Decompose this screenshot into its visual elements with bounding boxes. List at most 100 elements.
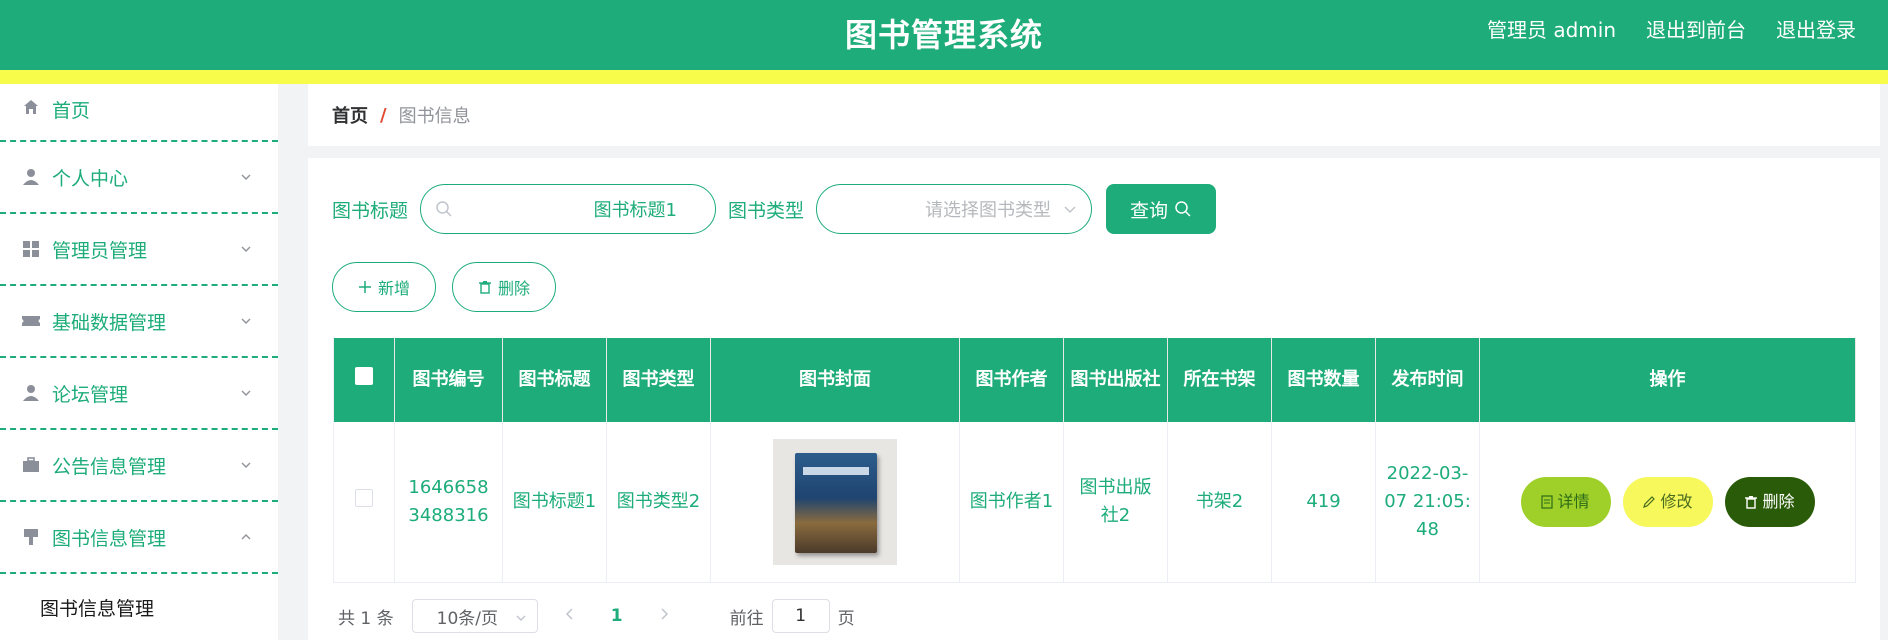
brush-icon: [20, 526, 42, 548]
document-icon: [1541, 495, 1554, 509]
book-title-cell: 图书标题1: [502, 422, 607, 583]
home-icon: [20, 96, 42, 118]
user-icon: [20, 382, 42, 404]
type-label: 图书类型: [728, 199, 805, 222]
chevron-down-icon: [516, 615, 526, 621]
header-cell: 图书封面: [710, 338, 960, 422]
chevron-right-icon: [661, 608, 668, 620]
book-publisher-cell: 图书出版社2: [1063, 422, 1168, 583]
edit-button-label: 修改: [1660, 491, 1693, 511]
batch-delete-button[interactable]: 删除: [452, 262, 556, 312]
search-icon: [1175, 201, 1191, 217]
sidebar-item-personal-center[interactable]: 个人中心: [0, 142, 278, 214]
search-form: 图书标题 图书标题1 图书类型 请选择图书类型 查询: [332, 184, 1217, 234]
sidebar-item-label: 公告信息管理: [52, 455, 167, 478]
book-id-cell: 16466583488316: [394, 422, 503, 583]
goto-page-input[interactable]: 1: [771, 599, 830, 633]
exit-to-front-link[interactable]: 退出到前台: [1646, 14, 1746, 43]
row-actions: 详情 修改 删除: [1488, 476, 1847, 527]
sidebar-item-book-info[interactable]: 图书信息管理: [0, 502, 278, 574]
trash-icon: [1745, 495, 1758, 509]
sidebar-item-label: 基础数据管理: [52, 311, 167, 334]
chevron-down-icon: [241, 246, 251, 252]
sidebar-item-label: 个人中心: [52, 167, 129, 190]
add-button[interactable]: 新增: [332, 262, 436, 312]
breadcrumb: 首页 / 图书信息: [308, 84, 1880, 146]
chevron-up-icon: [241, 534, 251, 540]
books-table: 图书编号 图书标题 图书类型 图书封面 图书作者 图书出版社 所在书架 图书数量…: [333, 338, 1856, 583]
breadcrumb-separator: /: [380, 104, 387, 126]
goto-prefix: 前往: [729, 608, 764, 629]
header-cell: 图书标题: [502, 338, 607, 422]
prev-page-button[interactable]: [550, 606, 590, 626]
publish-time-cell: 2022-03-07 21:05:48: [1375, 422, 1480, 583]
grid-icon: [20, 238, 42, 260]
admin-label: 管理员 admin: [1486, 18, 1616, 42]
header-cell: 所在书架: [1167, 338, 1272, 422]
user-icon: [20, 166, 42, 188]
edit-button[interactable]: 修改: [1622, 476, 1713, 527]
chevron-down-icon: [241, 174, 251, 180]
page-size-select[interactable]: 10条/页: [411, 599, 538, 633]
sidebar-item-admin-management[interactable]: 管理员管理: [0, 214, 278, 286]
title-search-input[interactable]: 图书标题1: [420, 184, 717, 234]
detail-button[interactable]: 详情: [1520, 476, 1611, 527]
add-button-label: 新增: [377, 279, 410, 298]
query-button[interactable]: 查询: [1106, 184, 1217, 234]
book-cover-cell: [710, 422, 960, 583]
query-button-label: 查询: [1130, 199, 1169, 222]
title-search-value: 图书标题1: [593, 200, 678, 221]
header-cell: 图书作者: [959, 338, 1064, 422]
row-checkbox[interactable]: [355, 488, 373, 507]
book-cover-image[interactable]: [773, 438, 897, 565]
select-all-cell: [333, 338, 395, 422]
chevron-left-icon: [565, 608, 573, 620]
sidebar-item-basic-data[interactable]: 基础数据管理: [0, 286, 278, 358]
sidebar-item-label: 首页: [52, 100, 91, 122]
header-cell: 发布时间: [1375, 338, 1480, 422]
submenu-book-info-management[interactable]: 图书信息管理: [0, 574, 278, 640]
header-cell: 图书出版社: [1063, 338, 1168, 422]
page-jump: 前往 1 页: [730, 599, 855, 633]
sidebar-item-label: 管理员管理: [52, 239, 148, 262]
main-panel: 图书标题 图书标题1 图书类型 请选择图书类型 查询 新增 删除 图书编号 图书…: [308, 158, 1880, 640]
type-select[interactable]: 请选择图书类型: [816, 184, 1093, 234]
row-select-cell: [333, 422, 395, 583]
page-number[interactable]: 1: [602, 606, 632, 626]
ticket-icon: [20, 310, 42, 332]
header-cell: 图书编号: [394, 338, 503, 422]
operations-cell: 详情 修改 删除: [1479, 422, 1856, 583]
search-icon: [436, 201, 452, 217]
chevron-down-icon: [1064, 206, 1076, 214]
book-author-cell: 图书作者1: [959, 422, 1064, 583]
header-stripe: [0, 70, 1888, 84]
plus-icon: [358, 281, 371, 293]
logout-link[interactable]: 退出登录: [1776, 14, 1856, 43]
chevron-down-icon: [241, 462, 251, 468]
next-page-button[interactable]: [644, 606, 684, 626]
breadcrumb-home[interactable]: 首页: [332, 102, 368, 128]
pagination: 共 1 条 10条/页 1 前往 1 页: [338, 598, 855, 634]
table-header-row: 图书编号 图书标题 图书类型 图书封面 图书作者 图书出版社 所在书架 图书数量…: [333, 338, 1856, 422]
batch-delete-label: 删除: [497, 279, 530, 298]
action-bar: 新增 删除: [332, 262, 556, 312]
header-actions: 管理员 admin 退出到前台 退出登录: [1487, 14, 1856, 43]
sidebar-item-home[interactable]: 首页: [0, 84, 278, 142]
sidebar-item-forum[interactable]: 论坛管理: [0, 358, 278, 430]
breadcrumb-current: 图书信息: [398, 106, 471, 127]
briefcase-icon: [20, 454, 42, 476]
page-size-value: 10条/页: [436, 608, 498, 629]
header-cell: 图书数量: [1271, 338, 1376, 422]
sidebar: 首页 个人中心 管理员管理 基础数据管理 论坛管理 公告信息管理 图书信息管理 …: [0, 84, 278, 640]
type-select-placeholder: 请选择图书类型: [925, 200, 1052, 221]
sidebar-item-notice[interactable]: 公告信息管理: [0, 430, 278, 502]
select-all-checkbox[interactable]: [355, 367, 373, 385]
delete-button[interactable]: 删除: [1724, 476, 1815, 527]
header-cell: 操作: [1479, 338, 1856, 422]
book-quantity-cell: 419: [1271, 422, 1376, 583]
title-label: 图书标题: [332, 199, 409, 222]
delete-button-label: 删除: [1762, 491, 1795, 511]
book-type-cell: 图书类型2: [606, 422, 711, 583]
chevron-down-icon: [241, 318, 251, 324]
goto-suffix: 页: [837, 608, 855, 629]
